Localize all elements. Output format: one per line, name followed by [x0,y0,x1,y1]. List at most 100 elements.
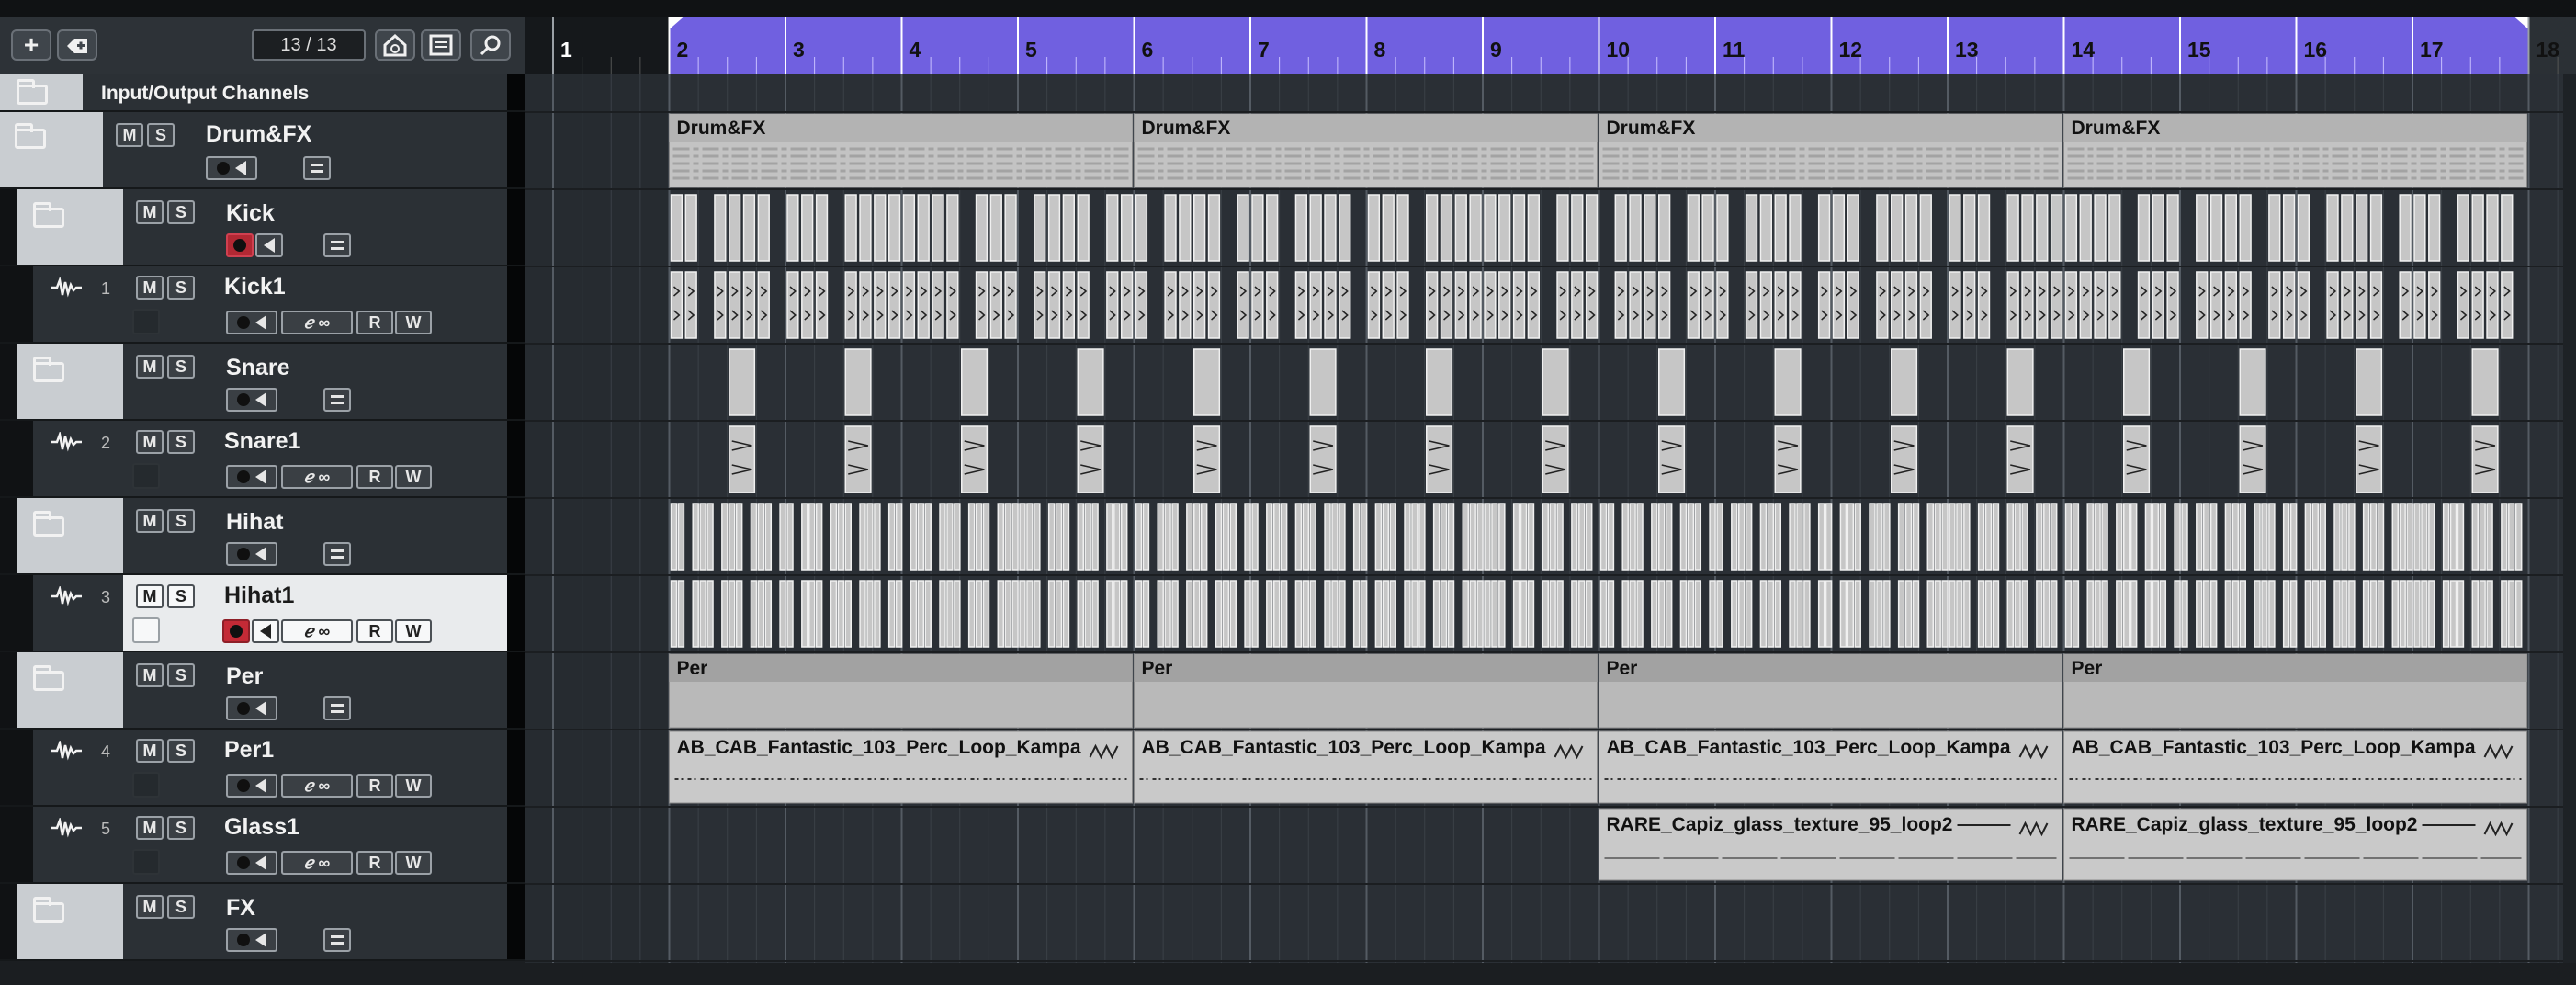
edit-channel-button[interactable] [323,928,351,952]
io-channels-track[interactable]: Input/Output Channels [0,74,525,112]
record-enable-button[interactable] [226,311,277,334]
track-hihat1[interactable]: M S Hihat1 ℯ ∞ R W 3 [0,575,525,652]
track-name[interactable]: Hihat1 [224,583,294,609]
kick1-event [1716,271,1729,339]
track-color-box[interactable] [132,463,160,489]
track-snare[interactable]: M S Snare [0,344,525,421]
folder-icon[interactable] [33,357,64,382]
add-track-button[interactable]: + [11,29,51,61]
solo-button[interactable]: S [167,200,195,224]
record-enable-button[interactable] [206,156,257,180]
solo-button[interactable]: S [167,663,195,687]
track-name[interactable]: Snare [226,355,289,381]
record-enable-button[interactable] [226,465,277,489]
mute-button[interactable]: M [136,355,164,379]
track-kick1[interactable]: M S Kick1 ℯ ∞ R W 1 [0,266,525,344]
read-automation-button[interactable]: R [356,311,393,334]
folder-icon[interactable] [33,897,64,923]
read-automation-button[interactable]: R [356,465,393,489]
track-name[interactable]: Snare1 [224,428,300,455]
track-name[interactable]: Per1 [224,737,274,764]
track-list-menu-button[interactable] [421,29,461,61]
record-enable-button[interactable] [226,233,254,257]
track-name[interactable]: Glass1 [224,814,299,841]
mute-button[interactable]: M [136,816,164,840]
solo-button[interactable]: S [167,816,195,840]
solo-button[interactable]: S [167,430,195,454]
track-name[interactable]: Hihat [226,509,284,536]
edit-channel-button[interactable] [323,388,351,412]
record-enable-button[interactable] [226,774,277,798]
solo-button[interactable]: S [167,584,195,608]
track-color-box[interactable] [132,617,160,643]
edit-channel-button[interactable]: ℯ ∞ [281,619,353,643]
mute-button[interactable]: M [136,509,164,533]
write-automation-button[interactable]: W [395,311,432,334]
mute-button[interactable]: M [136,430,164,454]
record-enable-button[interactable] [226,388,277,412]
track-glass1[interactable]: M S Glass1 ℯ ∞ R W 5 [0,807,525,884]
record-enable-button[interactable] [226,542,277,566]
folder-icon[interactable] [33,665,64,691]
write-automation-button[interactable]: W [395,851,432,875]
track-lanes[interactable]: Drum&FX Drum&FX Drum&FX Drum&FX Per Per Per Per… [525,74,2576,963]
track-kick[interactable]: M S Kick [0,189,525,266]
mute-button[interactable]: M [136,895,164,919]
solo-button[interactable]: S [167,509,195,533]
track-per[interactable]: M S Per [0,652,525,730]
track-color-box[interactable] [132,309,160,334]
mute-button[interactable]: M [136,739,164,763]
edit-channel-button[interactable]: ℯ ∞ [281,774,353,798]
record-enable-button[interactable] [226,696,277,720]
edit-channel-button[interactable] [323,233,351,257]
solo-button[interactable]: S [147,123,175,147]
folder-icon[interactable] [33,511,64,537]
solo-button[interactable]: S [167,895,195,919]
track-fx[interactable]: M S FX [0,884,525,961]
solo-button[interactable]: S [167,276,195,300]
record-enable-button[interactable] [226,851,277,875]
read-automation-button[interactable]: R [356,851,393,875]
add-track-from-template-button[interactable] [57,29,97,61]
solo-button[interactable]: S [167,739,195,763]
mute-button[interactable]: M [116,123,143,147]
ruler[interactable]: 1 2 3 4 5 6 7 8 9 10 11 12 13 14 15 16 17 18 [525,17,2576,74]
monitor-button[interactable] [252,619,279,643]
mute-button[interactable]: M [136,276,164,300]
edit-channel-button[interactable]: ℯ ∞ [281,311,353,334]
folder-icon[interactable] [33,202,64,228]
track-name[interactable]: FX [226,895,255,922]
track-name[interactable]: Kick [226,200,275,227]
read-automation-button[interactable]: R [356,774,393,798]
write-automation-button[interactable]: W [395,774,432,798]
track-drum-fx[interactable]: M S Drum&FX [0,112,525,189]
track-snare1[interactable]: M S Snare1 ℯ ∞ R W 2 [0,421,525,498]
write-automation-button[interactable]: W [395,619,432,643]
track-per1[interactable]: M S Per1 ℯ ∞ R W 4 [0,730,525,807]
edit-channel-button[interactable] [303,156,331,180]
edit-channel-button[interactable]: ℯ ∞ [281,465,353,489]
write-automation-button[interactable]: W [395,465,432,489]
track-visibility-button[interactable] [375,29,415,61]
folder-icon[interactable] [15,123,46,149]
search-track-button[interactable] [470,29,511,61]
mute-button[interactable]: M [136,663,164,687]
mute-button[interactable]: M [136,584,164,608]
track-name[interactable]: Drum&FX [206,121,311,148]
monitor-button[interactable] [255,233,283,257]
solo-button[interactable]: S [167,355,195,379]
edit-channel-button[interactable]: ℯ ∞ [281,851,353,875]
track-hihat[interactable]: M S Hihat [0,498,525,575]
hihat-folder-event [1578,503,1586,571]
record-enable-button[interactable] [226,928,277,952]
read-automation-button[interactable]: R [356,619,393,643]
track-color-box[interactable] [132,772,160,798]
record-enable-button[interactable] [222,619,250,643]
edit-channel-button[interactable] [323,542,351,566]
track-name[interactable]: Kick1 [224,274,286,300]
track-color-box[interactable] [132,849,160,875]
mute-button[interactable]: M [136,200,164,224]
event-display[interactable]: 1 2 3 4 5 6 7 8 9 10 11 12 13 14 15 16 17 18 Drum&FX Drum&… [525,17,2576,963]
edit-channel-button[interactable] [323,696,351,720]
track-name[interactable]: Per [226,663,263,690]
